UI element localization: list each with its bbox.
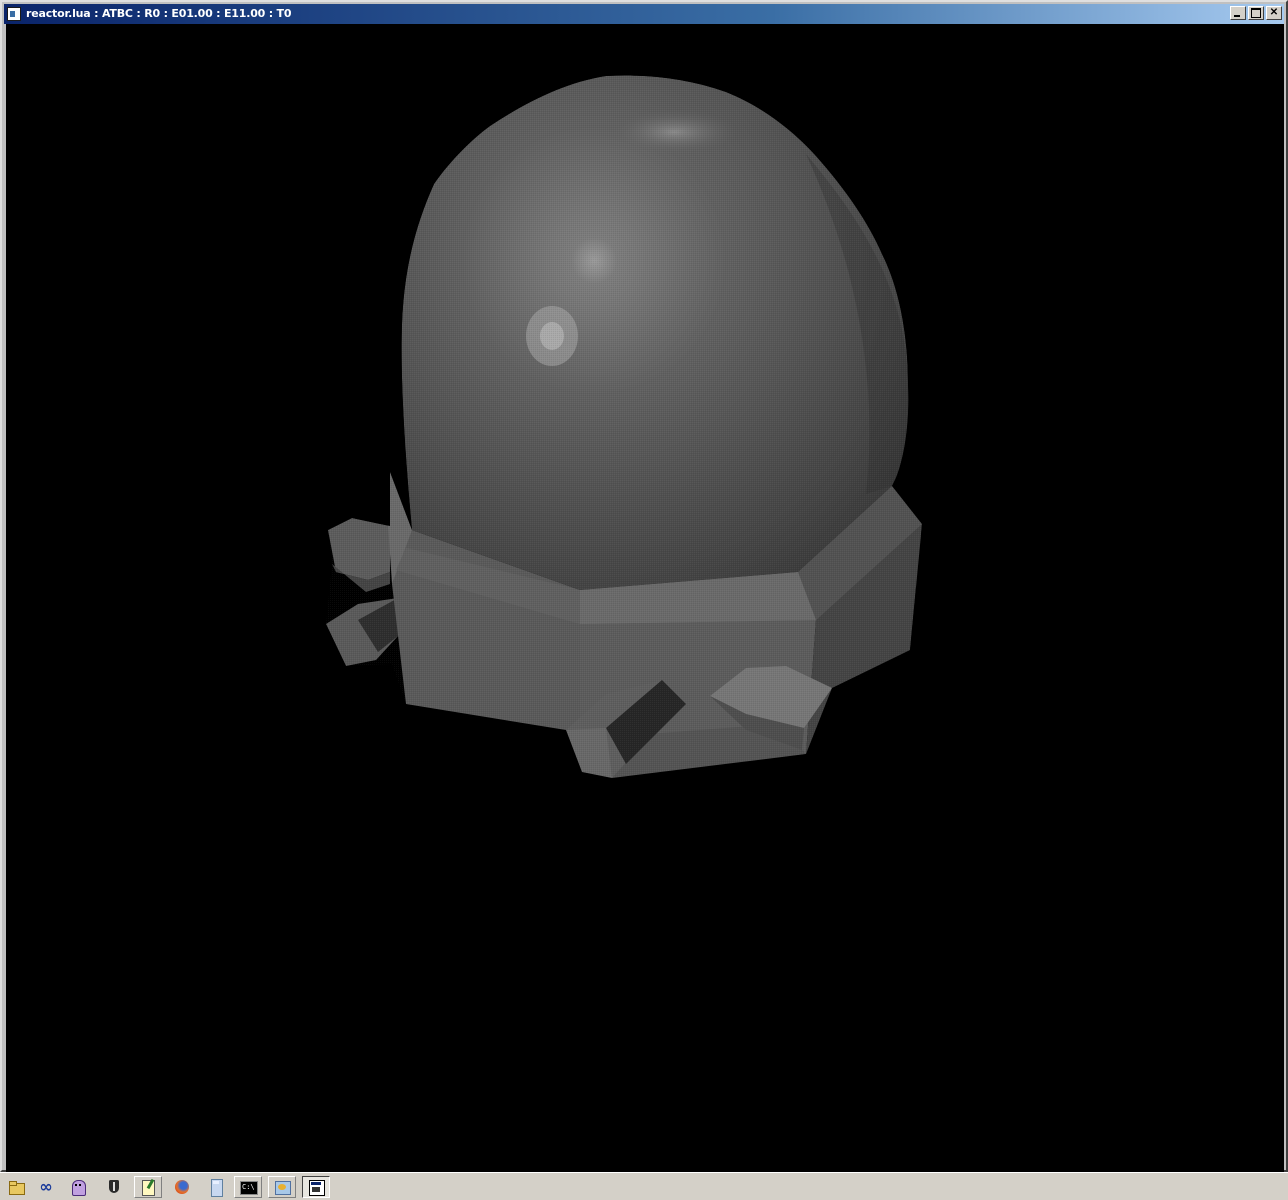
command-prompt-icon[interactable]: C:\ — [234, 1176, 262, 1198]
app-icon[interactable] — [7, 7, 21, 21]
control-panel-icon[interactable] — [268, 1176, 296, 1198]
firefox-icon[interactable] — [168, 1176, 196, 1198]
maximize-button[interactable] — [1248, 6, 1264, 20]
title-bar[interactable]: reactor.lua : ATBC : R0 : E01.00 : E11.0… — [4, 4, 1284, 24]
calculator-icon[interactable] — [202, 1176, 230, 1198]
window-controls: ✕ — [1228, 6, 1282, 20]
reactor-render — [306, 64, 1006, 804]
shield-app-icon[interactable] — [100, 1176, 128, 1198]
active-window-icon[interactable] — [302, 1176, 330, 1198]
notepad-icon[interactable] — [134, 1176, 162, 1198]
file-explorer-icon[interactable] — [2, 1176, 30, 1198]
3d-viewport[interactable] — [6, 24, 1284, 1172]
app-window: reactor.lua : ATBC : R0 : E01.00 : E11.0… — [0, 0, 1288, 1172]
close-button[interactable]: ✕ — [1266, 6, 1282, 20]
infinity-app-icon[interactable]: ∞ — [32, 1176, 60, 1198]
taskbar: ∞ C:\ — [0, 1172, 1288, 1200]
minimize-button[interactable] — [1230, 6, 1246, 20]
ghost-app-icon[interactable] — [64, 1176, 92, 1198]
window-title: reactor.lua : ATBC : R0 : E01.00 : E11.0… — [26, 7, 292, 20]
